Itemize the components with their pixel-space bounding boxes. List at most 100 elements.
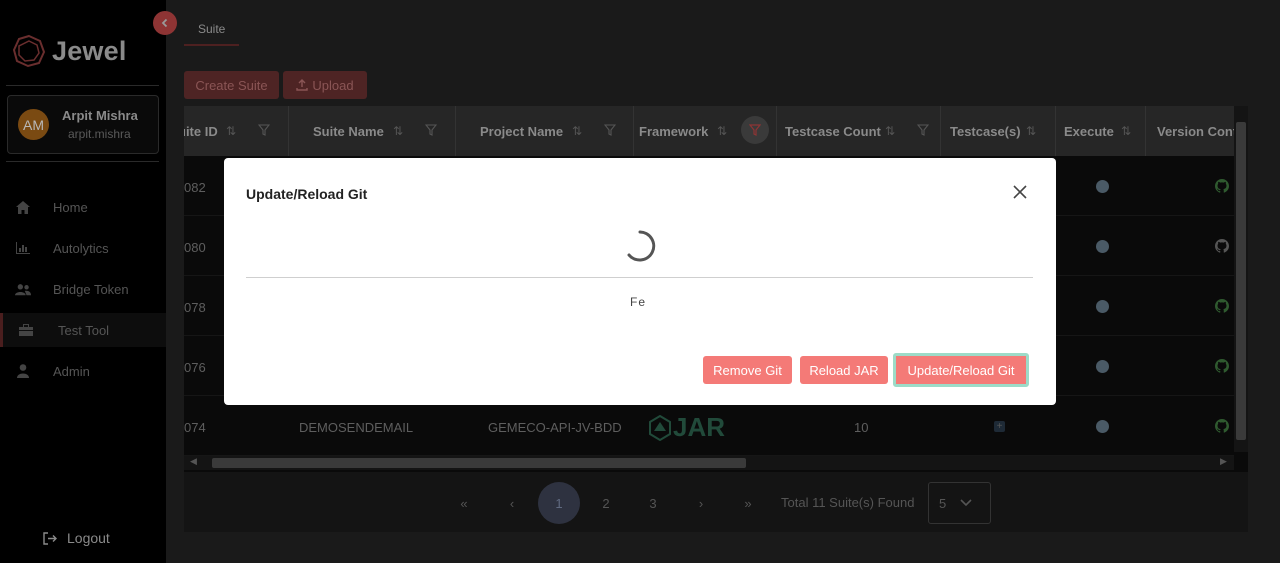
expand-testcases-icon[interactable]: + [994,421,1005,432]
total-count-text: Total 11 Suite(s) Found [781,495,915,510]
column-divider [455,106,456,156]
play-icon[interactable] [1096,240,1109,253]
sort-icon[interactable]: ⇅ [885,124,895,138]
scroll-left-icon[interactable]: ◀ [190,456,197,467]
sidebar-item-label: Admin [53,363,90,379]
loading-status-text: Fe [630,295,647,309]
scrollbar-thumb[interactable] [212,458,746,468]
page-button-2[interactable]: 2 [585,482,627,524]
filter-icon[interactable] [604,124,616,136]
sidebar-item-label: Bridge Token [53,281,129,297]
framework-cell: JAR [673,412,726,442]
jar-logo-icon [649,414,671,441]
play-icon[interactable] [1096,360,1109,373]
sidebar-item-home[interactable]: Home [0,190,166,224]
page-button-1[interactable]: 1 [538,482,580,524]
user-card[interactable]: AM Arpit Mishra arpit.mishra [7,95,159,154]
play-icon[interactable] [1096,420,1109,433]
horizontal-scrollbar[interactable]: ◀ ▶ [184,456,1234,470]
sidebar-item-label: Autolytics [53,240,109,256]
app-logo: Jewel [12,34,127,68]
last-page-button[interactable]: » [727,482,769,524]
play-icon[interactable] [1096,300,1109,313]
column-divider [1055,106,1056,156]
table-header: uite ID ⇅ Suite Name ⇅ Project Name ⇅ Fr… [184,106,1237,156]
filter-icon[interactable] [258,124,270,136]
vertical-scrollbar[interactable] [1234,106,1248,452]
create-suite-label: Create Suite [195,77,268,93]
suite-id-cell: 082 [184,180,206,195]
close-icon[interactable] [1011,183,1029,201]
scroll-right-icon[interactable]: ▶ [1220,456,1227,467]
suite-id-cell: 076 [184,360,206,375]
sort-icon[interactable]: ⇅ [572,124,582,138]
sidebar-divider [6,161,159,162]
column-header-execute[interactable]: Execute [1064,106,1114,156]
github-icon[interactable] [1215,419,1229,433]
reload-jar-button[interactable]: Reload JAR [800,356,888,384]
create-suite-button[interactable]: Create Suite [184,71,279,99]
column-header-suite-name[interactable]: Suite Name [313,106,384,156]
upload-button[interactable]: Upload [283,71,367,99]
user-icon [15,363,31,379]
column-divider [1145,106,1146,156]
logout-label: Logout [67,530,110,546]
sort-icon[interactable]: ⇅ [393,124,403,138]
sidebar-item-label: Test Tool [58,322,110,338]
pagination: « ‹ 1 2 3 › » Total 11 Suite(s) Found 5 [184,472,1248,532]
users-icon [15,281,31,297]
column-divider [633,106,634,156]
column-header-testcases[interactable]: Testcase(s) [950,106,1021,156]
column-header-project-name[interactable]: Project Name [480,106,563,156]
prev-page-button[interactable]: ‹ [491,482,533,524]
update-reload-git-button[interactable]: Update/Reload Git [893,353,1029,387]
sidebar-item-label: Home [53,199,88,215]
github-icon[interactable] [1215,299,1229,313]
home-icon [15,199,31,215]
column-divider [776,106,777,156]
app-name: Jewel [52,35,127,66]
github-icon[interactable] [1215,239,1229,253]
page-button-3[interactable]: 3 [632,482,674,524]
chevron-left-icon [161,18,168,28]
play-icon[interactable] [1096,180,1109,193]
tab-suite[interactable]: Suite [184,22,240,46]
sidebar-item-bridge-token[interactable]: Bridge Token [0,272,166,306]
logout-icon [43,531,57,545]
remove-git-button[interactable]: Remove Git [703,356,792,384]
column-divider [940,106,941,156]
sort-icon[interactable]: ⇅ [1026,124,1036,138]
column-header-version-control[interactable]: Version Cont [1157,106,1237,156]
user-name: Arpit Mishra [62,108,138,123]
filter-icon[interactable] [917,124,929,136]
page-size-value: 5 [939,495,947,511]
table-row: 074 DEMOSENDEMAIL GEMECO-API-JV-BDD JAR … [184,396,1234,456]
github-icon[interactable] [1215,179,1229,193]
sort-icon[interactable]: ⇅ [1121,124,1131,138]
github-icon[interactable] [1215,359,1229,373]
chevron-down-icon [960,499,972,507]
update-reload-git-modal: Update/Reload Git Fe Remove Git Reload J… [224,158,1056,405]
column-header-framework[interactable]: Framework [639,106,708,156]
loading-spinner-icon [627,230,656,262]
sidebar-item-admin[interactable]: Admin [0,354,166,388]
filter-icon[interactable] [425,124,437,136]
sidebar-divider [6,85,159,86]
framework-filter-active-icon[interactable] [741,116,769,144]
sidebar-item-autolytics[interactable]: Autolytics [0,231,166,265]
sort-icon[interactable]: ⇅ [226,124,236,138]
first-page-button[interactable]: « [443,482,485,524]
modal-divider [246,277,1033,278]
page-size-select[interactable]: 5 [928,482,991,524]
logout-button[interactable]: Logout [43,530,110,546]
column-divider [288,106,289,156]
user-handle: arpit.mishra [68,127,131,141]
column-header-testcase-count[interactable]: Testcase Count [785,106,881,156]
column-header-suite-id[interactable]: uite ID [184,106,218,156]
collapse-sidebar-button[interactable] [153,11,177,35]
sidebar-item-test-tool[interactable]: Test Tool [0,313,166,347]
sort-icon[interactable]: ⇅ [717,124,727,138]
scrollbar-thumb[interactable] [1236,122,1246,440]
suite-id-cell: 080 [184,240,206,255]
next-page-button[interactable]: › [680,482,722,524]
